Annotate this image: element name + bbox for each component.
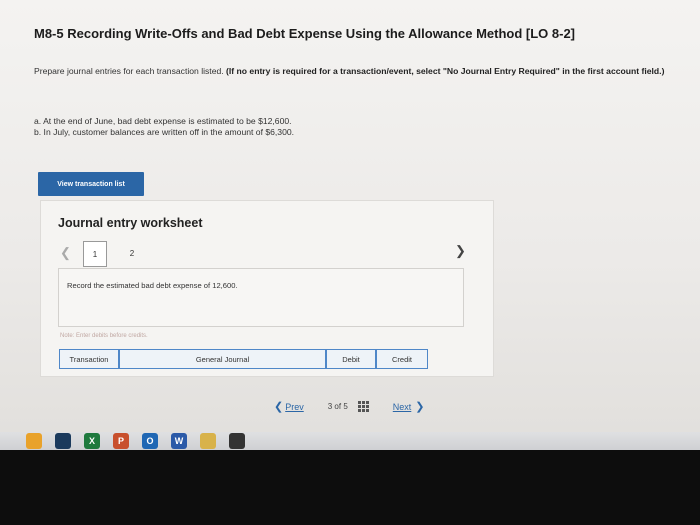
- powerpoint-icon[interactable]: P: [113, 433, 129, 449]
- column-general-journal: General Journal: [119, 349, 326, 369]
- instructions: Prepare journal entries for each transac…: [34, 66, 684, 77]
- chevron-right-icon[interactable]: ❯: [455, 243, 466, 259]
- screen-bezel: [0, 450, 700, 525]
- journal-table-header: Transaction General Journal Debit Credit: [59, 349, 428, 369]
- taskbar-icons: XPOW: [26, 433, 245, 449]
- page-count: 3 of 5: [328, 402, 348, 411]
- note-text: Note: Enter debits before credits.: [60, 333, 148, 339]
- word-icon[interactable]: W: [171, 433, 187, 449]
- tab-1[interactable]: 1: [83, 241, 107, 267]
- column-credit: Credit: [376, 349, 428, 369]
- column-debit: Debit: [326, 349, 376, 369]
- record-instruction-text: Record the estimated bad debt expense of…: [67, 281, 238, 290]
- total-pages: 5: [343, 402, 348, 411]
- view-transaction-list-button[interactable]: View transaction list: [38, 172, 144, 196]
- folder-icon[interactable]: [200, 433, 216, 449]
- steam-icon[interactable]: [55, 433, 71, 449]
- outlook-icon[interactable]: O: [142, 433, 158, 449]
- terminal-icon[interactable]: [229, 433, 245, 449]
- page-title: M8-5 Recording Write-Offs and Bad Debt E…: [34, 26, 576, 41]
- page-of: of: [334, 402, 342, 411]
- next-link[interactable]: Next: [393, 402, 412, 412]
- instructions-text: Prepare journal entries for each transac…: [34, 66, 227, 76]
- screen: M8-5 Recording Write-Offs and Bad Debt E…: [0, 0, 700, 432]
- instructions-bold: (If no entry is required for a transacti…: [226, 66, 665, 76]
- column-transaction: Transaction: [59, 349, 119, 369]
- transaction-a: a. At the end of June, bad debt expense …: [34, 116, 292, 126]
- prev-link[interactable]: Prev: [285, 402, 304, 412]
- question-navigation: ❮ Prev 3 of 5 Next ❯: [274, 400, 425, 413]
- chevron-left-icon[interactable]: ❮: [274, 400, 283, 413]
- transaction-b: b. In July, customer balances are writte…: [34, 127, 295, 137]
- journal-entry-worksheet: Journal entry worksheet ❮ 1 2 ❯ Record t…: [40, 200, 494, 377]
- tab-2[interactable]: 2: [121, 241, 143, 265]
- chrome-icon[interactable]: [26, 433, 42, 449]
- excel-icon[interactable]: X: [84, 433, 100, 449]
- chevron-right-icon[interactable]: ❯: [415, 400, 424, 413]
- chevron-left-icon[interactable]: ❮: [60, 245, 71, 261]
- transaction-list: a. At the end of June, bad debt expense …: [34, 116, 294, 138]
- grid-icon[interactable]: [357, 401, 369, 412]
- record-instruction-box: Record the estimated bad debt expense of…: [58, 268, 464, 327]
- worksheet-title: Journal entry worksheet: [58, 216, 203, 230]
- current-page: 3: [327, 402, 333, 411]
- taskbar: XPOW: [0, 432, 700, 450]
